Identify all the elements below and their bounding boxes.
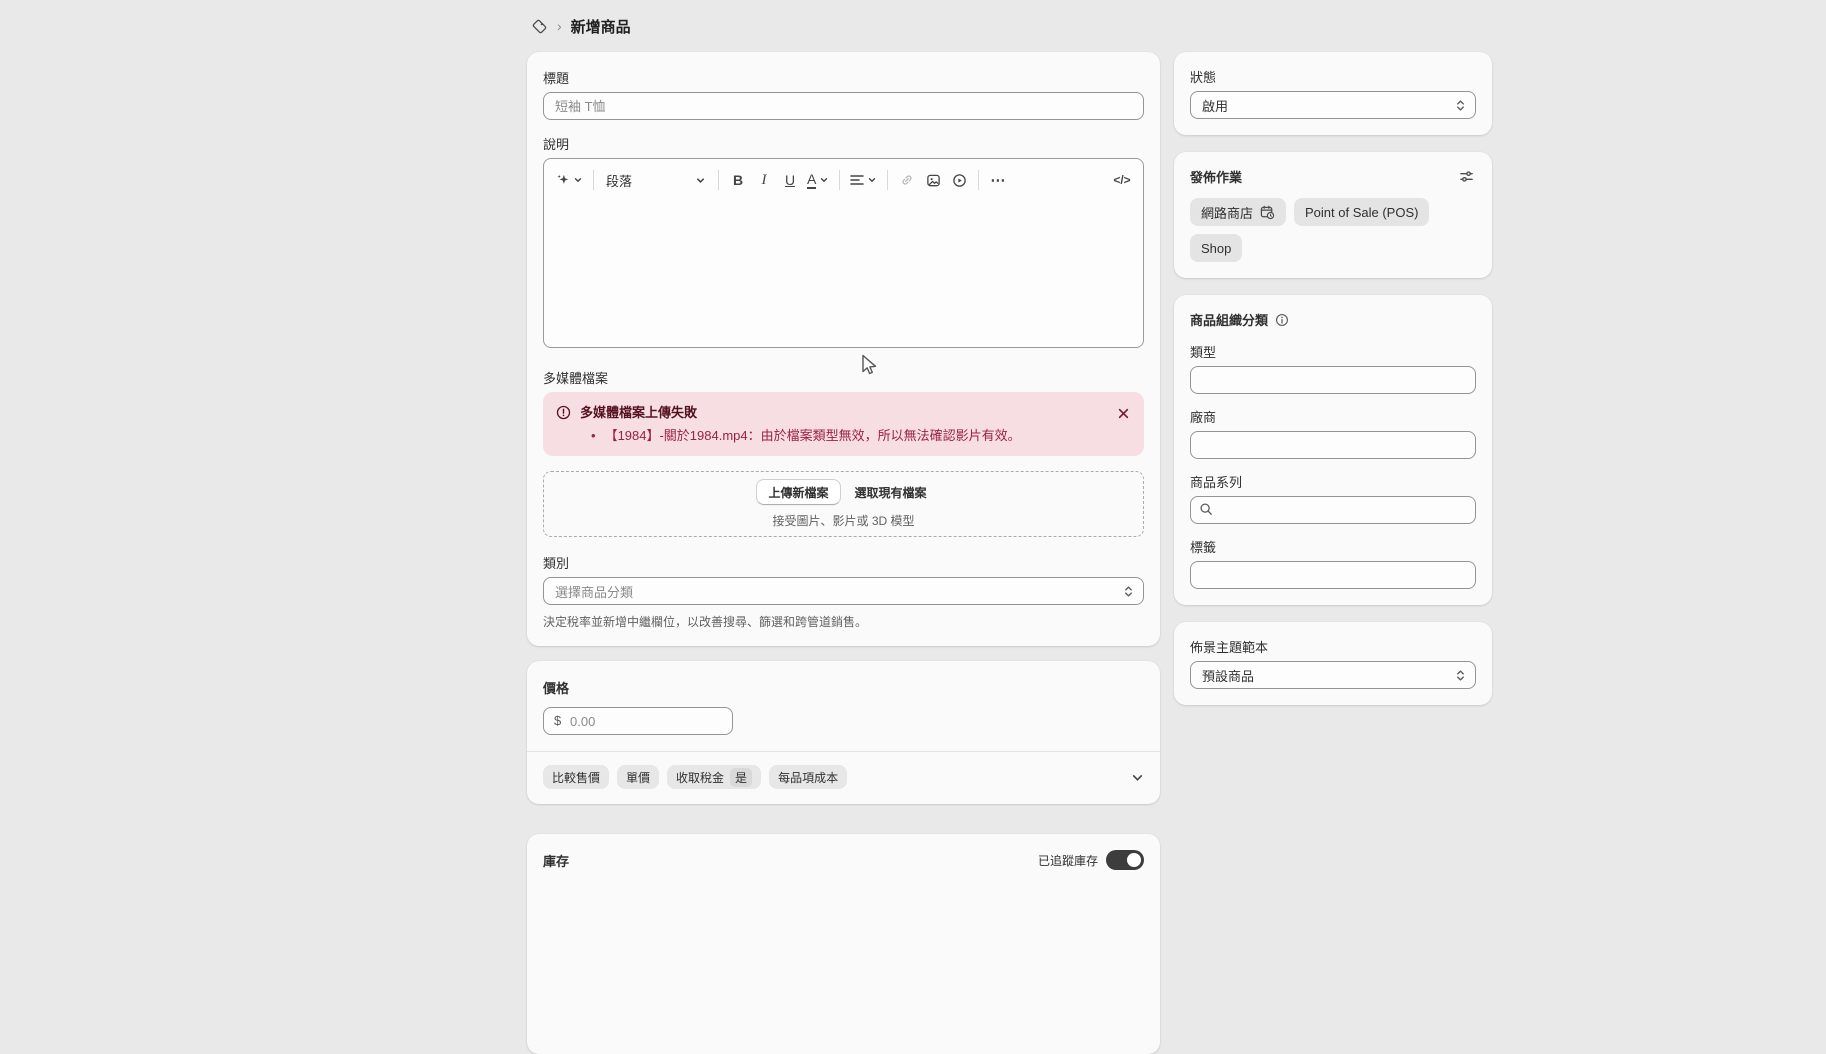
calendar-clock-icon bbox=[1260, 205, 1275, 220]
toolbar-divider bbox=[978, 170, 979, 190]
category-help-text: 決定稅率並新增中繼欄位，以改善搜尋、篩選和跨管道銷售。 bbox=[543, 613, 1144, 630]
currency-prefix: $ bbox=[554, 713, 561, 728]
publishing-settings-icon[interactable] bbox=[1457, 167, 1476, 186]
chevron-down-icon bbox=[819, 175, 829, 185]
cost-per-item-chip[interactable]: 每品項成本 bbox=[769, 765, 847, 789]
title-input[interactable] bbox=[543, 92, 1144, 120]
organization-card: 商品組織分類 類型 廠商 商品系列 標籤 bbox=[1174, 295, 1492, 605]
editor-toolbar: 段落 B I U A bbox=[544, 159, 1143, 201]
toolbar-divider bbox=[839, 170, 840, 190]
error-detail-text: 【1984】-關於1984.mp4：由於檔案類型無效，所以無法確認影片有效。 bbox=[605, 427, 1021, 444]
search-icon bbox=[1199, 502, 1213, 516]
pricing-title: 價格 bbox=[543, 678, 1144, 697]
status-card: 狀態 啟用 bbox=[1174, 52, 1492, 135]
status-label: 狀態 bbox=[1190, 67, 1476, 86]
chevron-down-icon bbox=[867, 175, 877, 185]
toolbar-divider bbox=[718, 170, 719, 190]
rich-text-editor: 段落 B I U A bbox=[543, 158, 1144, 348]
alignment-button[interactable] bbox=[846, 167, 881, 193]
ai-magic-button[interactable] bbox=[552, 167, 587, 193]
inventory-card: 庫存 已追蹤庫存 bbox=[527, 834, 1160, 1054]
charge-tax-value-badge: 是 bbox=[730, 768, 752, 787]
inventory-tracked-toggle[interactable] bbox=[1106, 850, 1144, 870]
chevron-down-icon bbox=[695, 175, 706, 186]
bold-button[interactable]: B bbox=[725, 167, 751, 193]
insert-video-button[interactable] bbox=[946, 167, 972, 193]
charge-tax-chip[interactable]: 收取稅金 是 bbox=[667, 765, 761, 789]
close-icon[interactable] bbox=[1113, 403, 1133, 423]
collections-label: 商品系列 bbox=[1190, 472, 1476, 491]
updown-chevron-icon bbox=[1123, 585, 1134, 598]
italic-button[interactable]: I bbox=[751, 167, 777, 193]
select-existing-file-button[interactable]: 選取現有檔案 bbox=[851, 479, 931, 505]
toolbar-divider bbox=[593, 170, 594, 190]
tags-input[interactable] bbox=[1190, 561, 1476, 589]
code-view-button[interactable]: </> bbox=[1109, 167, 1135, 193]
vendor-input[interactable] bbox=[1190, 431, 1476, 459]
price-input[interactable] bbox=[543, 707, 733, 735]
pricing-card: 價格 $ 比較售價 單價 收取稅金 是 每品項成本 bbox=[527, 661, 1160, 804]
media-label: 多媒體檔案 bbox=[543, 368, 1144, 387]
description-textarea[interactable] bbox=[544, 201, 1143, 347]
title-label: 標題 bbox=[543, 68, 1144, 87]
chevron-down-icon bbox=[573, 175, 583, 185]
theme-template-label: 佈景主題範本 bbox=[1190, 637, 1476, 656]
unit-price-chip[interactable]: 單價 bbox=[617, 765, 659, 789]
theme-template-value: 預設商品 bbox=[1202, 666, 1254, 685]
channel-shop-chip[interactable]: Shop bbox=[1190, 234, 1242, 262]
tags-label: 標籤 bbox=[1190, 537, 1476, 556]
publishing-title: 發佈作業 bbox=[1190, 167, 1242, 186]
channel-pos-chip[interactable]: Point of Sale (POS) bbox=[1294, 198, 1429, 226]
publishing-card: 發佈作業 網路商店 Point of Sale (POS) Shop bbox=[1174, 152, 1492, 278]
organization-title: 商品組織分類 bbox=[1190, 310, 1268, 329]
status-select[interactable]: 啟用 bbox=[1190, 91, 1476, 119]
tag-icon[interactable] bbox=[531, 18, 548, 35]
category-select[interactable]: 選擇商品分類 bbox=[543, 577, 1144, 605]
main-column: 標題 說明 段落 B I U A bbox=[527, 52, 1160, 1054]
media-error-banner: 多媒體檔案上傳失敗 • 【1984】-關於1984.mp4：由於檔案類型無效，所… bbox=[543, 392, 1144, 456]
collections-input[interactable] bbox=[1190, 496, 1476, 524]
paragraph-style-select[interactable]: 段落 bbox=[600, 167, 712, 193]
theme-template-card: 佈景主題範本 預設商品 bbox=[1174, 622, 1492, 705]
pricing-chips-row: 比較售價 單價 收取稅金 是 每品項成本 bbox=[527, 752, 1160, 804]
text-color-button[interactable]: A bbox=[803, 167, 833, 193]
updown-chevron-icon bbox=[1455, 99, 1466, 112]
error-detail-item: • 【1984】-關於1984.mp4：由於檔案類型無效，所以無法確認影片有效。 bbox=[580, 427, 1131, 444]
channel-online-store-chip[interactable]: 網路商店 bbox=[1190, 198, 1286, 226]
page-title: 新增商品 bbox=[571, 16, 631, 37]
description-label: 說明 bbox=[543, 134, 1144, 153]
updown-chevron-icon bbox=[1455, 669, 1466, 682]
error-title: 多媒體檔案上傳失敗 bbox=[580, 404, 1131, 421]
breadcrumb: › 新增商品 bbox=[531, 12, 631, 40]
more-options-button[interactable]: ⋯ bbox=[985, 167, 1011, 193]
compare-at-price-chip[interactable]: 比較售價 bbox=[543, 765, 609, 789]
category-label: 類別 bbox=[543, 553, 1144, 572]
inventory-title: 庫存 bbox=[543, 851, 569, 870]
category-select-value: 選擇商品分類 bbox=[555, 582, 633, 601]
toolbar-divider bbox=[887, 170, 888, 190]
sidebar: 狀態 啟用 發佈作業 網路商店 Point of Sale (POS) Shop bbox=[1174, 52, 1492, 705]
underline-button[interactable]: U bbox=[777, 167, 803, 193]
upload-new-file-button[interactable]: 上傳新檔案 bbox=[756, 479, 840, 505]
chevron-right-icon: › bbox=[557, 18, 562, 34]
dropzone-hint: 接受圖片、影片或 3D 模型 bbox=[772, 512, 914, 529]
charge-tax-label: 收取稅金 bbox=[676, 769, 724, 786]
inventory-tracked-label: 已追蹤庫存 bbox=[1038, 852, 1098, 869]
type-input[interactable] bbox=[1190, 366, 1476, 394]
status-select-value: 啟用 bbox=[1202, 96, 1228, 115]
vendor-label: 廠商 bbox=[1190, 407, 1476, 426]
product-details-card: 標題 說明 段落 B I U A bbox=[527, 52, 1160, 646]
alert-icon bbox=[556, 405, 571, 444]
insert-image-button[interactable] bbox=[920, 167, 946, 193]
info-icon[interactable] bbox=[1275, 313, 1289, 327]
link-button[interactable] bbox=[894, 167, 920, 193]
toggle-knob bbox=[1127, 853, 1141, 867]
media-dropzone[interactable]: 上傳新檔案 選取現有檔案 接受圖片、影片或 3D 模型 bbox=[543, 471, 1144, 537]
expand-pricing-chevron-icon[interactable] bbox=[1131, 771, 1144, 784]
bullet: • bbox=[591, 427, 596, 444]
type-label: 類型 bbox=[1190, 342, 1476, 361]
theme-template-select[interactable]: 預設商品 bbox=[1190, 661, 1476, 689]
